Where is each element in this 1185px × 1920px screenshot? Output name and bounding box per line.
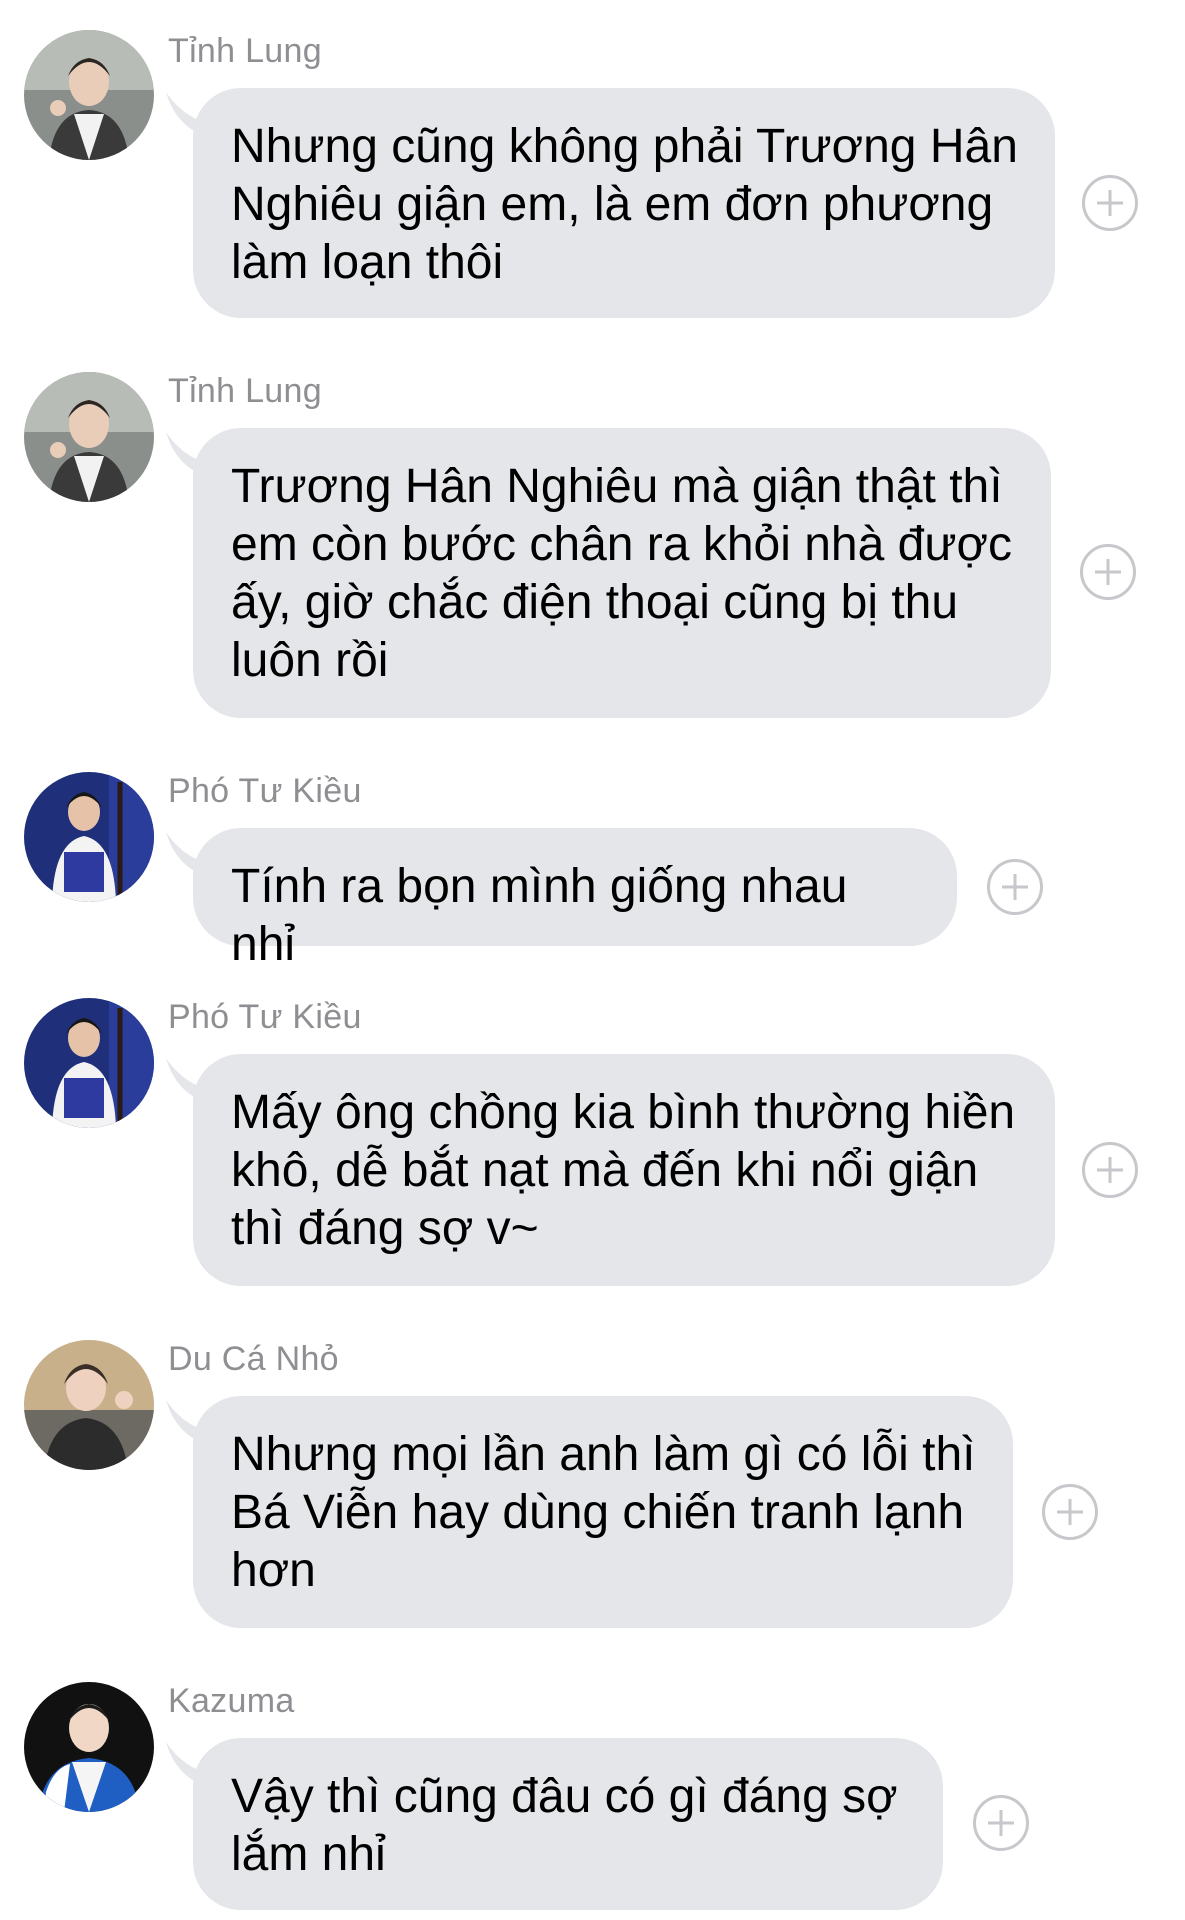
message-text: Vậy thì cũng đâu có gì đáng sợ lắm nhỉ (231, 1770, 898, 1881)
message-bubble[interactable]: Trương Hân Nghiêu mà giận thật thì em cò… (193, 428, 1051, 718)
avatar-photo-icon (24, 30, 154, 160)
message-text: Nhưng mọi lần anh làm gì có lỗi thì Bá V… (231, 1428, 976, 1597)
avatar-photo-icon (24, 772, 154, 902)
plus-icon (1097, 190, 1123, 216)
avatar[interactable] (24, 30, 154, 160)
plus-icon (1097, 1157, 1123, 1183)
avatar[interactable] (24, 772, 154, 902)
avatar[interactable] (24, 372, 154, 502)
sender-name: Phó Tư Kiều (168, 998, 362, 1036)
avatar-photo-icon (24, 372, 154, 502)
plus-icon (1002, 874, 1028, 900)
plus-icon (988, 1810, 1014, 1836)
message-bubble[interactable]: Tính ra bọn mình giống nhau nhỉ (193, 828, 957, 971)
sender-name: Du Cá Nhỏ (168, 1340, 339, 1378)
message-bubble[interactable]: Nhưng mọi lần anh làm gì có lỗi thì Bá V… (193, 1396, 1013, 1628)
message-text: Nhưng cũng không phải Trương Hân Nghiêu … (231, 120, 1018, 289)
avatar[interactable] (24, 998, 154, 1128)
add-reaction-button[interactable] (973, 1795, 1029, 1851)
avatar-photo-icon (24, 1340, 154, 1470)
avatar[interactable] (24, 1340, 154, 1470)
sender-name: Tỉnh Lung (168, 32, 322, 70)
plus-icon (1095, 559, 1121, 585)
message-text: Mấy ông chồng kia bình thường hiền khô, … (231, 1086, 1016, 1255)
message-bubble[interactable]: Mấy ông chồng kia bình thường hiền khô, … (193, 1054, 1055, 1286)
message-bubble[interactable]: Vậy thì cũng đâu có gì đáng sợ lắm nhỉ (193, 1738, 943, 1910)
message-bubble[interactable]: Nhưng cũng không phải Trương Hân Nghiêu … (193, 88, 1055, 318)
avatar[interactable] (24, 1682, 154, 1812)
add-reaction-button[interactable] (1082, 175, 1138, 231)
add-reaction-button[interactable] (1042, 1484, 1098, 1540)
add-reaction-button[interactable] (987, 859, 1043, 915)
add-reaction-button[interactable] (1082, 1142, 1138, 1198)
avatar-photo-icon (24, 1682, 154, 1812)
sender-name: Phó Tư Kiều (168, 772, 362, 810)
plus-icon (1057, 1499, 1083, 1525)
sender-name: Kazuma (168, 1682, 295, 1720)
message-text: Tính ra bọn mình giống nhau nhỉ (231, 860, 848, 971)
sender-name: Tỉnh Lung (168, 372, 322, 410)
message-text: Trương Hân Nghiêu mà giận thật thì em cò… (231, 460, 1012, 687)
avatar-photo-icon (24, 998, 154, 1128)
add-reaction-button[interactable] (1080, 544, 1136, 600)
